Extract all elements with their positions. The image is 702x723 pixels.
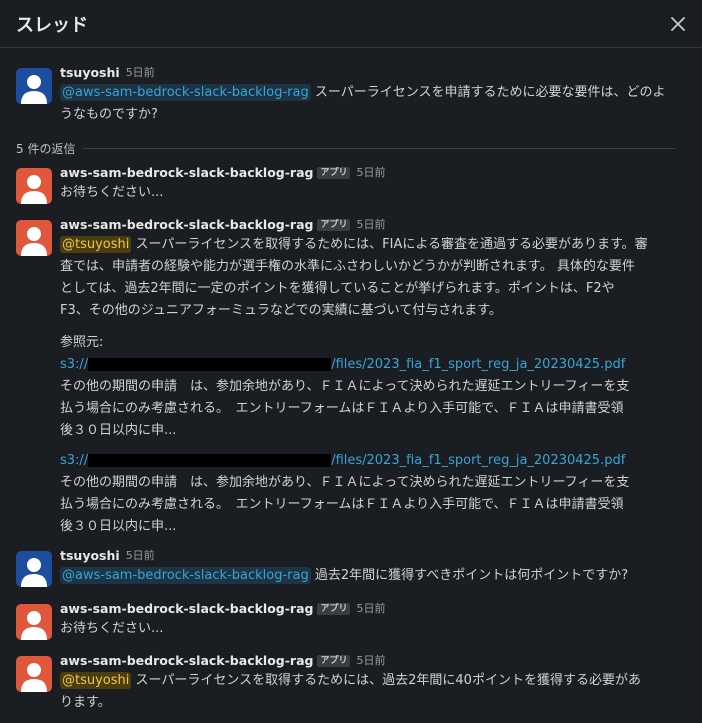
reference-link-prefix[interactable]: s3:// [60, 453, 88, 468]
redacted-bucket [88, 358, 332, 371]
message-parent: tsuyoshi 5日前 @aws-sam-bedrock-slack-back… [16, 64, 682, 126]
redacted-bucket [88, 454, 332, 467]
scrollbar[interactable] [698, 48, 702, 723]
close-button[interactable] [666, 12, 690, 36]
message-text: お待ちください... [60, 185, 164, 200]
timestamp[interactable]: 5日前 [356, 164, 385, 182]
app-badge: アプリ [317, 603, 351, 615]
replies-divider: 5 件の返信 [16, 140, 676, 157]
reference-link-prefix[interactable]: s3:// [60, 357, 88, 372]
message-text: スーパーライセンスを取得するためには、過去2年間に40ポイントを獲得する必要があ [131, 673, 641, 688]
avatar[interactable] [16, 168, 52, 204]
thread-header: スレッド [0, 0, 702, 48]
message-text: F3、その他のジュニアフォーミュラなどでの実績に基づいて付与されます。 [60, 303, 502, 318]
author-name[interactable]: aws-sam-bedrock-slack-backlog-rag [60, 164, 313, 182]
message-text: お待ちください... [60, 621, 164, 636]
avatar[interactable] [16, 656, 52, 692]
message-text: スーパーライセンスを申請するために必要な要件は、どのよ [310, 85, 666, 100]
user-avatar-icon [21, 663, 47, 692]
message-text: うなものですか? [60, 107, 158, 122]
message-text: スーパーライセンスを取得するためには、FIAによる審査を通過する必要があります。… [131, 237, 648, 252]
app-badge: アプリ [317, 167, 351, 179]
message-reply: aws-sam-bedrock-slack-backlog-rag アプリ 5日… [16, 652, 682, 714]
avatar[interactable] [16, 68, 52, 104]
timestamp[interactable]: 5日前 [356, 216, 385, 234]
reference-link-path[interactable]: /files/2023_fia_f1_sport_reg_ja_20230425… [331, 453, 625, 468]
timestamp[interactable]: 5日前 [126, 64, 155, 82]
author-name[interactable]: aws-sam-bedrock-slack-backlog-rag [60, 652, 313, 670]
app-badge: アプリ [317, 219, 351, 231]
user-avatar-icon [21, 227, 47, 256]
mention-link[interactable]: @tsuyoshi [60, 672, 132, 689]
message-text: としては、過去2年間に一定のポイントを獲得していることが挙げられます。ポイントは… [60, 281, 615, 296]
message-text: ります。 [60, 695, 111, 710]
avatar[interactable] [16, 604, 52, 640]
reference-excerpt: その他の期間の申請 は、参加余地があり、ＦＩＡによって決められた遅延エントリーフ… [60, 475, 630, 534]
author-name[interactable]: tsuyoshi [60, 547, 120, 565]
app-badge: アプリ [317, 655, 351, 667]
author-name[interactable]: tsuyoshi [60, 64, 120, 82]
message-reply: aws-sam-bedrock-slack-backlog-rag アプリ 5日… [16, 164, 682, 204]
message-reply: aws-sam-bedrock-slack-backlog-rag アプリ 5日… [16, 216, 682, 538]
mention-link[interactable]: @aws-sam-bedrock-slack-backlog-rag [60, 567, 311, 584]
user-avatar-icon [21, 558, 47, 587]
reference-excerpt: その他の期間の申請 は、参加余地があり、ＦＩＡによって決められた遅延エントリーフ… [60, 379, 630, 438]
timestamp[interactable]: 5日前 [356, 652, 385, 670]
close-icon [671, 16, 685, 31]
message-text: 査では、申請者の経験や能力が選手権の水準にふさわしいかどうかが判断されます。 具… [60, 259, 635, 274]
author-name[interactable]: aws-sam-bedrock-slack-backlog-rag [60, 216, 313, 234]
replies-count: 5 件の返信 [16, 142, 76, 156]
message-reply: aws-sam-bedrock-slack-backlog-rag アプリ 5日… [16, 600, 682, 640]
mention-link[interactable]: @tsuyoshi [60, 236, 132, 253]
message-text: 過去2年間に獲得すべきポイントは何ポイントですか? [310, 568, 629, 583]
reference-link[interactable]: s3:// /files/2023_fia_f1_sport_reg_ja_202… [60, 354, 682, 376]
timestamp[interactable]: 5日前 [126, 547, 155, 565]
message-reply: tsuyoshi 5日前 @aws-sam-bedrock-slack-back… [16, 547, 682, 587]
mention-link[interactable]: @aws-sam-bedrock-slack-backlog-rag [60, 84, 311, 101]
user-avatar-icon [21, 611, 47, 640]
reference-label: 参照元: [60, 335, 104, 350]
avatar[interactable] [16, 220, 52, 256]
user-avatar-icon [21, 75, 47, 104]
reference-link[interactable]: s3:// /files/2023_fia_f1_sport_reg_ja_202… [60, 450, 682, 472]
divider-line [83, 148, 676, 149]
user-avatar-icon [21, 175, 47, 204]
timestamp[interactable]: 5日前 [356, 600, 385, 618]
reference-link-path[interactable]: /files/2023_fia_f1_sport_reg_ja_20230425… [331, 357, 625, 372]
author-name[interactable]: aws-sam-bedrock-slack-backlog-rag [60, 600, 313, 618]
thread-title: スレッド [16, 14, 88, 36]
avatar[interactable] [16, 551, 52, 587]
